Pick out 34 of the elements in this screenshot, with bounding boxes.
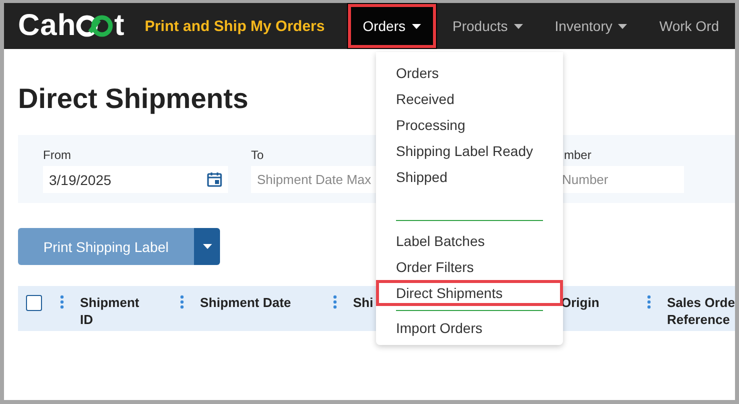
logo-text: t xyxy=(114,9,125,43)
nav-link[interactable]: Inventory xyxy=(538,18,644,34)
menu-item[interactable]: Label Batches xyxy=(376,228,563,254)
page-title: Direct Shipments xyxy=(18,83,248,115)
logo-text: Cah xyxy=(18,9,76,43)
caret-icon xyxy=(202,244,212,249)
field-label: To xyxy=(251,148,264,162)
column-header: Sales Orde Reference xyxy=(667,294,735,328)
column-header: Shipment Date xyxy=(200,294,292,311)
column-menu-icon[interactable] xyxy=(60,295,64,309)
column-menu-icon[interactable] xyxy=(333,295,337,309)
calendar-icon[interactable] xyxy=(207,172,222,187)
date-field[interactable]: 3/19/2025 xyxy=(43,166,228,193)
nav-link[interactable]: Products xyxy=(436,18,539,34)
dropdown-button[interactable] xyxy=(194,228,220,265)
select-all-checkbox[interactable] xyxy=(26,295,42,311)
menu-item[interactable]: Processing xyxy=(376,112,563,138)
nav-link[interactable]: Orders xyxy=(346,3,437,49)
menu-item[interactable]: Orders xyxy=(376,60,563,86)
menu-item[interactable]: Direct Shipments xyxy=(376,280,563,306)
chain-link-icon xyxy=(76,15,114,37)
column-menu-icon[interactable] xyxy=(647,295,651,309)
column-header: Shipment ID xyxy=(80,294,140,328)
nav-link[interactable]: Print and Ship My Orders xyxy=(128,18,341,34)
field-label: From xyxy=(43,148,71,162)
nav-link[interactable]: Work Ord xyxy=(643,18,735,34)
field-label: mber xyxy=(564,148,592,162)
menu-item[interactable]: Import Orders xyxy=(376,315,563,341)
column-menu-icon[interactable] xyxy=(180,295,184,309)
column-header: Origin xyxy=(561,294,600,311)
menu-item[interactable]: Shipping Label Ready xyxy=(376,138,563,164)
column-header: Shi xyxy=(353,294,374,311)
menu-item[interactable]: Order Filters xyxy=(376,254,563,280)
menu-item[interactable]: Received xyxy=(376,86,563,112)
